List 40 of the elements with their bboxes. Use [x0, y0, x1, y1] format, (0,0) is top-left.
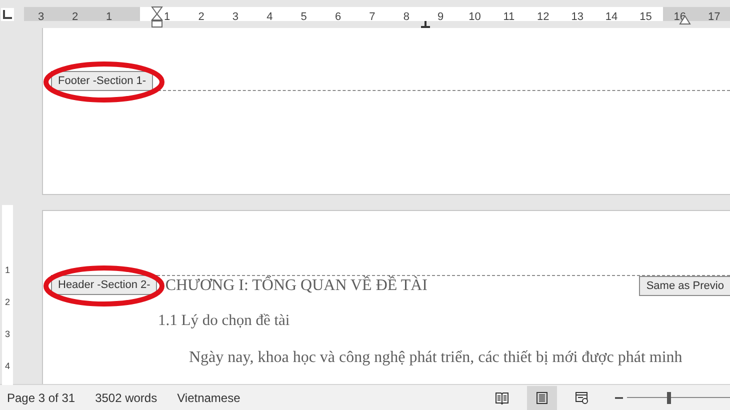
ruler-number: 17	[708, 11, 720, 21]
ruler-number: 1	[164, 11, 170, 21]
same-as-previous-tag: Same as Previo	[639, 276, 730, 296]
tab-selector[interactable]	[1, 8, 14, 20]
ruler-number: 11	[503, 11, 515, 21]
tab-stop-icon[interactable]	[421, 21, 430, 28]
ruler-number: 3	[4, 328, 10, 340]
read-mode-icon	[495, 390, 509, 404]
ruler-number: 3	[38, 11, 44, 21]
print-layout-button[interactable]	[527, 386, 557, 410]
section-heading: 1.1 Lý do chọn đề tài	[158, 312, 291, 330]
word-count[interactable]: 3502 words	[95, 390, 158, 404]
ruler-number: 13	[571, 11, 584, 21]
ruler-number: 5	[300, 11, 307, 21]
ruler-number: 8	[403, 11, 410, 21]
zoom-slider-thumb[interactable]	[667, 392, 672, 404]
ruler-number: 9	[438, 11, 444, 21]
ruler-number: 4	[4, 360, 10, 372]
ruler-number: 6	[334, 11, 342, 21]
print-layout-icon	[535, 390, 549, 404]
web-layout-icon	[575, 390, 589, 404]
ruler-number: 2	[72, 11, 78, 21]
body-paragraph: Ngày nay, khoa học và công nghệ phát triển, các thiết bị mới được phát minh	[189, 349, 684, 367]
ruler-number: 10	[468, 11, 481, 21]
ruler-number: 2	[4, 296, 10, 308]
ruler-number: 4	[266, 11, 273, 21]
chapter-heading: CHƯƠNG I: TỔNG QUAN VỀ ĐỀ TÀI	[165, 277, 428, 295]
language-label[interactable]: Vietnamese	[177, 390, 240, 404]
ruler-number: 12	[537, 11, 550, 21]
indent-marker-icon[interactable]	[151, 6, 163, 28]
ruler-number: 1	[106, 11, 112, 21]
ruler-number: 3	[232, 11, 239, 21]
page-count[interactable]: Page 3 of 31	[7, 390, 76, 404]
ruler-number: 15	[640, 11, 652, 21]
header-tag: Header -Section 2-	[51, 275, 158, 295]
ruler-number: 7	[369, 11, 376, 21]
ruler-number: 1	[4, 264, 10, 276]
ruler-number: 2	[198, 11, 204, 21]
ruler-number: 14	[605, 11, 618, 21]
footer-tag: Footer -Section 1-	[51, 71, 154, 91]
